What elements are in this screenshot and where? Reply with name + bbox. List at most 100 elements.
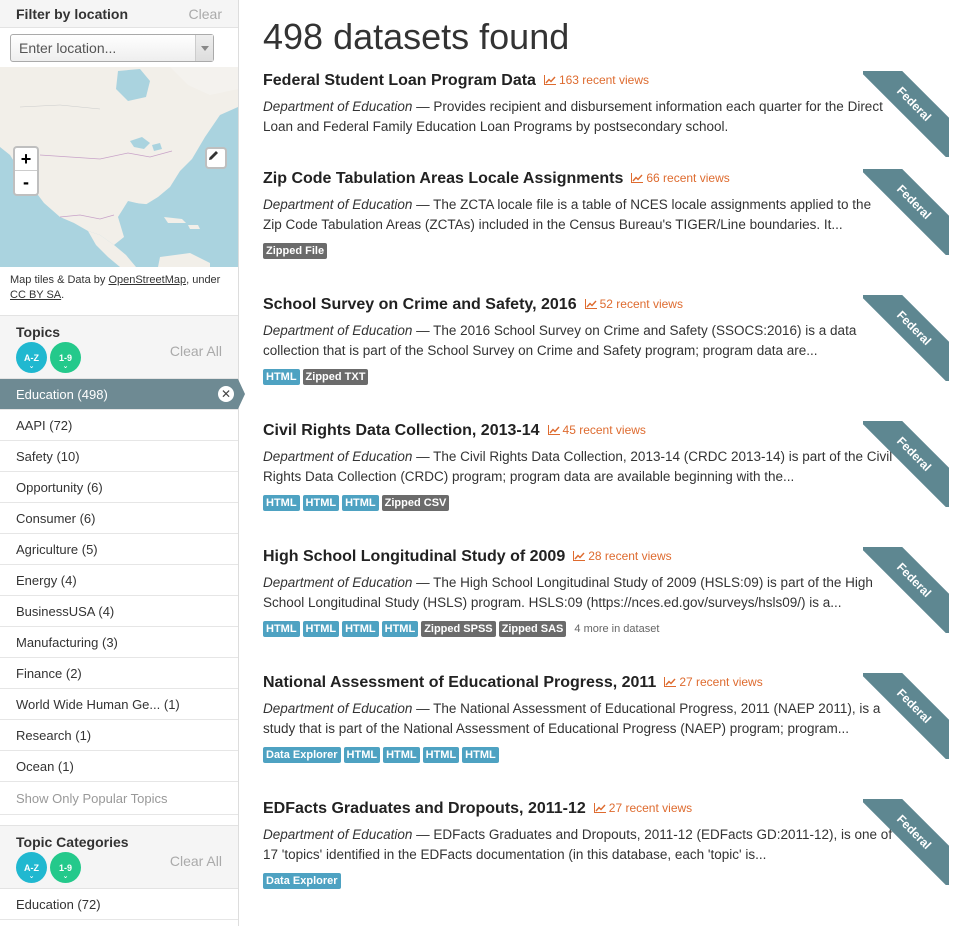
trend-chart-icon <box>631 173 644 183</box>
format-tag[interactable]: Zipped CSV <box>381 495 450 511</box>
format-tag[interactable]: HTML <box>422 747 460 763</box>
more-formats-text: 4 more in dataset <box>574 623 660 635</box>
location-dropdown-arrow-icon[interactable] <box>195 35 213 61</box>
dataset-description: Department of Education — The National A… <box>263 701 881 736</box>
sort-count-button[interactable]: 1-9 ⌄ <box>50 852 81 883</box>
federal-ribbon: Federal <box>863 421 949 507</box>
format-tag[interactable]: HTML <box>342 621 379 637</box>
topic-categories-list: Education (72) <box>0 889 238 920</box>
format-tag[interactable]: Data Explorer <box>263 747 341 763</box>
recent-views: 45 recent views <box>547 423 646 437</box>
topic-categories-title: Topic Categories <box>16 834 129 850</box>
format-tag[interactable]: Zipped SPSS <box>421 621 496 637</box>
format-tag[interactable]: Zipped TXT <box>302 369 369 385</box>
zoom-in-button[interactable]: + <box>15 148 37 171</box>
dataset-organization: Department of Education <box>263 827 413 842</box>
location-filter-header: Filter by location Clear <box>0 0 238 28</box>
topic-item[interactable]: Agriculture (5) <box>0 534 238 565</box>
topic-item[interactable]: Energy (4) <box>0 565 238 596</box>
dataset-organization: Department of Education <box>263 575 413 590</box>
location-filter-title: Filter by location <box>16 5 129 22</box>
federal-ribbon: Federal <box>863 295 949 381</box>
format-tag[interactable]: Zipped SAS <box>498 621 567 637</box>
openstreetmap-link[interactable]: OpenStreetMap <box>108 274 186 286</box>
dataset-organization: Department of Education <box>263 197 413 212</box>
format-tag[interactable]: HTML <box>302 621 340 637</box>
format-tags: Data Explorer HTML HTML HTML HTML <box>263 747 945 763</box>
format-tag[interactable]: HTML <box>381 621 419 637</box>
topic-item[interactable]: Manufacturing (3) <box>0 627 238 658</box>
dataset-title-link[interactable]: School Survey on Crime and Safety, 2016 <box>263 296 577 314</box>
topic-item[interactable]: BusinessUSA (4) <box>0 596 238 627</box>
dataset-title-link[interactable]: Federal Student Loan Program Data <box>263 72 536 90</box>
topic-item[interactable]: World Wide Human Ge... (1) <box>0 689 238 720</box>
dataset-title-link[interactable]: Zip Code Tabulation Areas Locale Assignm… <box>263 170 623 188</box>
federal-ribbon: Federal <box>863 799 949 885</box>
sort-az-button[interactable]: A-Z ⌄ <box>16 852 47 883</box>
topic-item-education[interactable]: Education (498) ✕ <box>0 379 245 410</box>
cc-by-sa-link[interactable]: CC BY SA <box>10 289 61 301</box>
format-tag[interactable]: HTML <box>462 747 499 763</box>
recent-views: 52 recent views <box>584 297 683 311</box>
map-zoom-control: + - <box>13 146 39 196</box>
recent-views: 27 recent views <box>593 801 692 815</box>
topic-categories-clear-all[interactable]: Clear All <box>170 853 222 869</box>
format-tag[interactable]: HTML <box>263 369 300 385</box>
dataset-item: Zip Code Tabulation Areas Locale Assignm… <box>263 169 949 259</box>
zoom-out-button[interactable]: - <box>15 171 37 194</box>
format-tag[interactable]: Zipped File <box>263 243 328 259</box>
topic-item[interactable]: AAPI (72) <box>0 410 238 441</box>
topic-category-item[interactable]: Education (72) <box>0 889 238 920</box>
sort-az-button[interactable]: A-Z ⌄ <box>16 342 47 373</box>
format-tags: HTML HTML HTML Zipped CSV <box>263 495 945 511</box>
sort-count-button[interactable]: 1-9 ⌄ <box>50 342 81 373</box>
dataset-item: Federal Student Loan Program Data 163 re… <box>263 71 949 157</box>
dataset-organization: Department of Education <box>263 323 413 338</box>
format-tag[interactable]: HTML <box>302 495 340 511</box>
topics-clear-all[interactable]: Clear All <box>170 343 222 359</box>
format-tag[interactable]: Data Explorer <box>263 873 341 889</box>
dataset-title-link[interactable]: Civil Rights Data Collection, 2013-14 <box>263 422 540 440</box>
dataset-description: Department of Education — The 2016 Schoo… <box>263 323 857 358</box>
topic-item[interactable]: Research (1) <box>0 720 238 751</box>
show-popular-topics-link[interactable]: Show Only Popular Topics <box>0 782 238 815</box>
format-tag[interactable]: HTML <box>263 621 300 637</box>
location-input[interactable] <box>11 35 191 61</box>
dataset-description: Department of Education — The Civil Righ… <box>263 449 893 484</box>
pencil-icon[interactable] <box>205 147 227 169</box>
topic-item[interactable]: Finance (2) <box>0 658 238 689</box>
topics-list: Education (498) ✕ AAPI (72) Safety (10) O… <box>0 379 245 782</box>
federal-ribbon: Federal <box>863 673 949 759</box>
format-tag[interactable]: HTML <box>342 495 379 511</box>
dataset-description: Department of Education — The High Schoo… <box>263 575 873 610</box>
location-map[interactable]: + - <box>0 67 238 267</box>
recent-views: 28 recent views <box>573 549 672 563</box>
topics-header: Topics A-Z ⌄ 1-9 ⌄ Clear All <box>0 315 238 379</box>
topic-item[interactable]: Ocean (1) <box>0 751 238 782</box>
format-tag[interactable]: HTML <box>343 747 381 763</box>
dataset-organization: Department of Education <box>263 99 413 114</box>
format-tags: HTML HTML HTML HTML Zipped SPSS Zipped SAS 4 m… <box>263 621 945 637</box>
format-tag[interactable]: HTML <box>383 747 420 763</box>
dataset-item: Civil Rights Data Collection, 2013-14 45… <box>263 421 949 511</box>
dataset-title-link[interactable]: High School Longitudinal Study of 2009 <box>263 548 565 566</box>
dataset-description: Department of Education — EDFacts Gradua… <box>263 827 893 862</box>
format-tag[interactable]: HTML <box>263 495 300 511</box>
trend-chart-icon <box>584 299 597 309</box>
trend-chart-icon <box>573 551 586 561</box>
topics-title: Topics <box>16 324 61 340</box>
location-clear-link[interactable]: Clear <box>189 6 222 22</box>
dataset-organization: Department of Education <box>263 449 413 464</box>
remove-filter-icon[interactable]: ✕ <box>218 386 234 402</box>
location-select[interactable] <box>10 34 214 62</box>
federal-ribbon: Federal <box>863 547 949 633</box>
dataset-title-link[interactable]: EDFacts Graduates and Dropouts, 2011-12 <box>263 800 586 818</box>
dataset-title-link[interactable]: National Assessment of Educational Progr… <box>263 674 656 692</box>
topic-item[interactable]: Consumer (6) <box>0 503 238 534</box>
topic-item[interactable]: Opportunity (6) <box>0 472 238 503</box>
topic-item[interactable]: Safety (10) <box>0 441 238 472</box>
results-main: 498 datasets found Federal Student Loan … <box>263 0 972 926</box>
trend-chart-icon <box>593 803 606 813</box>
federal-ribbon: Federal <box>863 169 949 255</box>
dataset-description: Department of Education — The ZCTA local… <box>263 197 872 232</box>
